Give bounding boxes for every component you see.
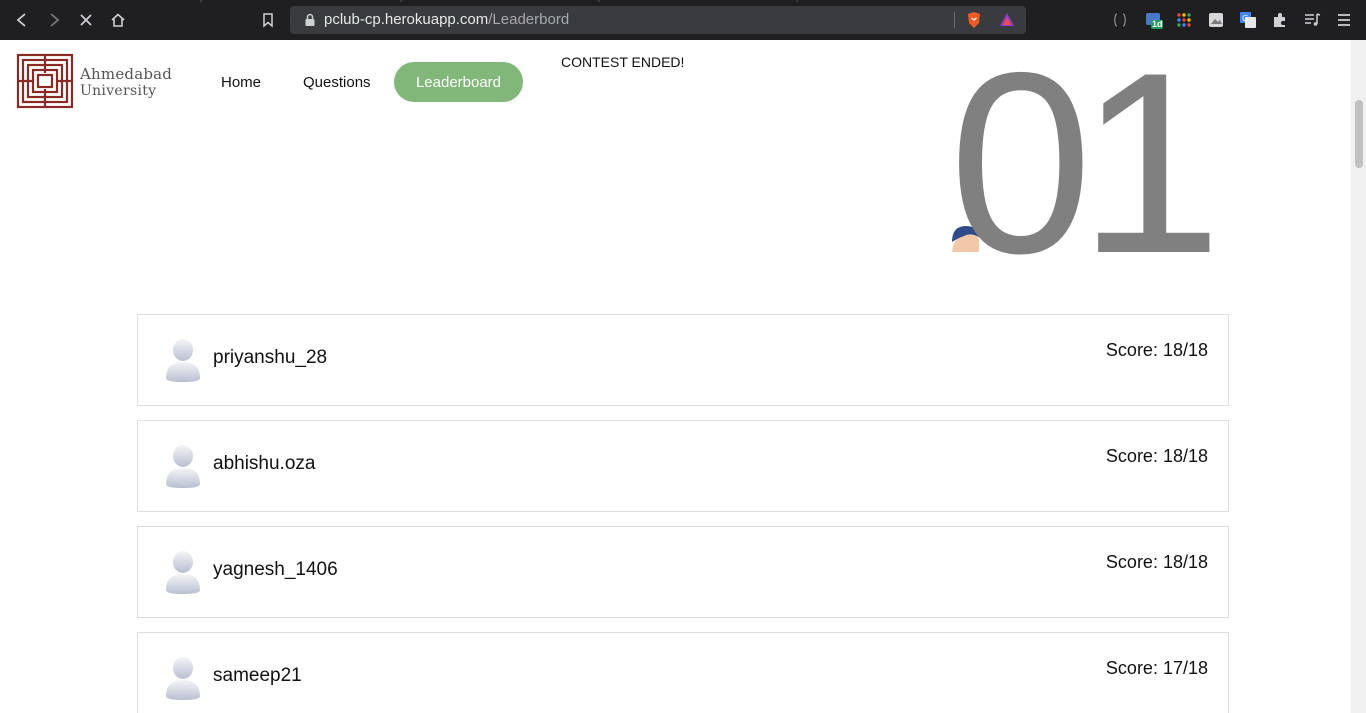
user-avatar-icon [166, 551, 200, 594]
user-avatar-icon [166, 445, 200, 488]
brave-shield-button[interactable] [964, 10, 984, 30]
hamburger-menu-icon [1338, 14, 1350, 26]
grid-icon [1177, 13, 1191, 27]
score-value: Score: 18/18 [1105, 446, 1208, 466]
nav-home-link[interactable]: Home [221, 62, 261, 102]
close-icon [80, 14, 92, 26]
browser-menu-button[interactable] [1334, 10, 1354, 30]
university-logo[interactable]: Ahmedabad University [16, 53, 196, 111]
back-arrow-icon [16, 13, 26, 27]
nav-leaderboard-link[interactable]: Leaderboard [394, 62, 523, 102]
divider [954, 12, 955, 28]
score-value: Score: 18/18 [1105, 340, 1208, 360]
page-content: Ahmedabad University Home Questions Lead… [0, 40, 1351, 713]
user-avatar-icon [166, 339, 200, 382]
triangle-icon [1000, 13, 1014, 26]
brave-rewards-button[interactable] [997, 10, 1017, 30]
stop-loading-button[interactable] [76, 10, 96, 30]
leaderboard-row: yagnesh_1406 Score: 18/18 [137, 526, 1229, 618]
leaderboard-row: priyanshu_28 Score: 18/18 [137, 314, 1229, 406]
lock-icon [305, 13, 315, 26]
back-button[interactable] [12, 10, 32, 30]
apps-grid-button[interactable] [1174, 10, 1194, 30]
scrollbar-thumb[interactable] [1355, 100, 1363, 168]
extension-calendar-button[interactable]: 1d [1144, 10, 1164, 30]
logo-line1: Ahmedabad [80, 65, 173, 83]
contest-status: CONTEST ENDED! [561, 54, 685, 70]
image-icon [1209, 13, 1223, 27]
address-bar[interactable]: pclub-cp.herokuapp.com/Leaderbord [290, 6, 1026, 34]
forward-button[interactable] [44, 10, 64, 30]
brave-lion-icon [968, 12, 980, 28]
leaderboard-row: abhishu.oza Score: 18/18 [137, 420, 1229, 512]
extension-braces-button[interactable] [1110, 10, 1130, 30]
leaderboard-row: sameep21 Score: 17/18 [137, 632, 1229, 713]
username: yagnesh_1406 [213, 559, 338, 580]
logo-line2: University [80, 83, 157, 99]
url-text: pclub-cp.herokuapp.com/Leaderbord [324, 11, 569, 28]
page-scrollbar[interactable] [1351, 40, 1366, 713]
extensions-button[interactable] [1270, 10, 1290, 30]
tab-divider [796, 0, 798, 2]
bookmark-button[interactable] [258, 10, 278, 30]
svg-text:G: G [1242, 14, 1248, 23]
browser-toolbar: pclub-cp.herokuapp.com/Leaderbord 1d G [0, 0, 1366, 40]
username: sameep21 [213, 665, 302, 686]
home-icon [111, 13, 125, 27]
score-value: Score: 17/18 [1105, 658, 1208, 678]
countdown-display: 01 [949, 40, 1226, 307]
username: priyanshu_28 [213, 347, 328, 368]
tab-divider [400, 0, 402, 2]
nav-questions-link[interactable]: Questions [303, 62, 371, 102]
tab-divider [598, 0, 600, 2]
braces-icon [1113, 13, 1127, 27]
home-button[interactable] [108, 10, 128, 30]
extension-badge: 1d [1152, 19, 1163, 29]
translate-button[interactable]: G [1238, 10, 1258, 30]
playlist-icon [1305, 13, 1321, 26]
leaderboard-list: priyanshu_28 Score: 18/18 abhishu.oza Score… [137, 314, 1229, 713]
user-avatar-icon [166, 657, 200, 700]
score-value: Score: 18/18 [1105, 552, 1208, 572]
translate-icon: G [1240, 12, 1256, 28]
bookmark-icon [263, 13, 273, 28]
media-queue-button[interactable] [1302, 10, 1322, 30]
university-crest-icon [16, 53, 74, 109]
url-host: pclub-cp.herokuapp.com [324, 11, 489, 28]
url-path: /Leaderbord [488, 11, 570, 28]
countdown-number: 01 [950, 46, 1210, 256]
extension-image-button[interactable] [1206, 10, 1226, 30]
puzzle-icon [1274, 13, 1285, 27]
username: abhishu.oza [213, 453, 316, 474]
tab-divider [200, 0, 202, 2]
forward-arrow-icon [50, 13, 60, 27]
